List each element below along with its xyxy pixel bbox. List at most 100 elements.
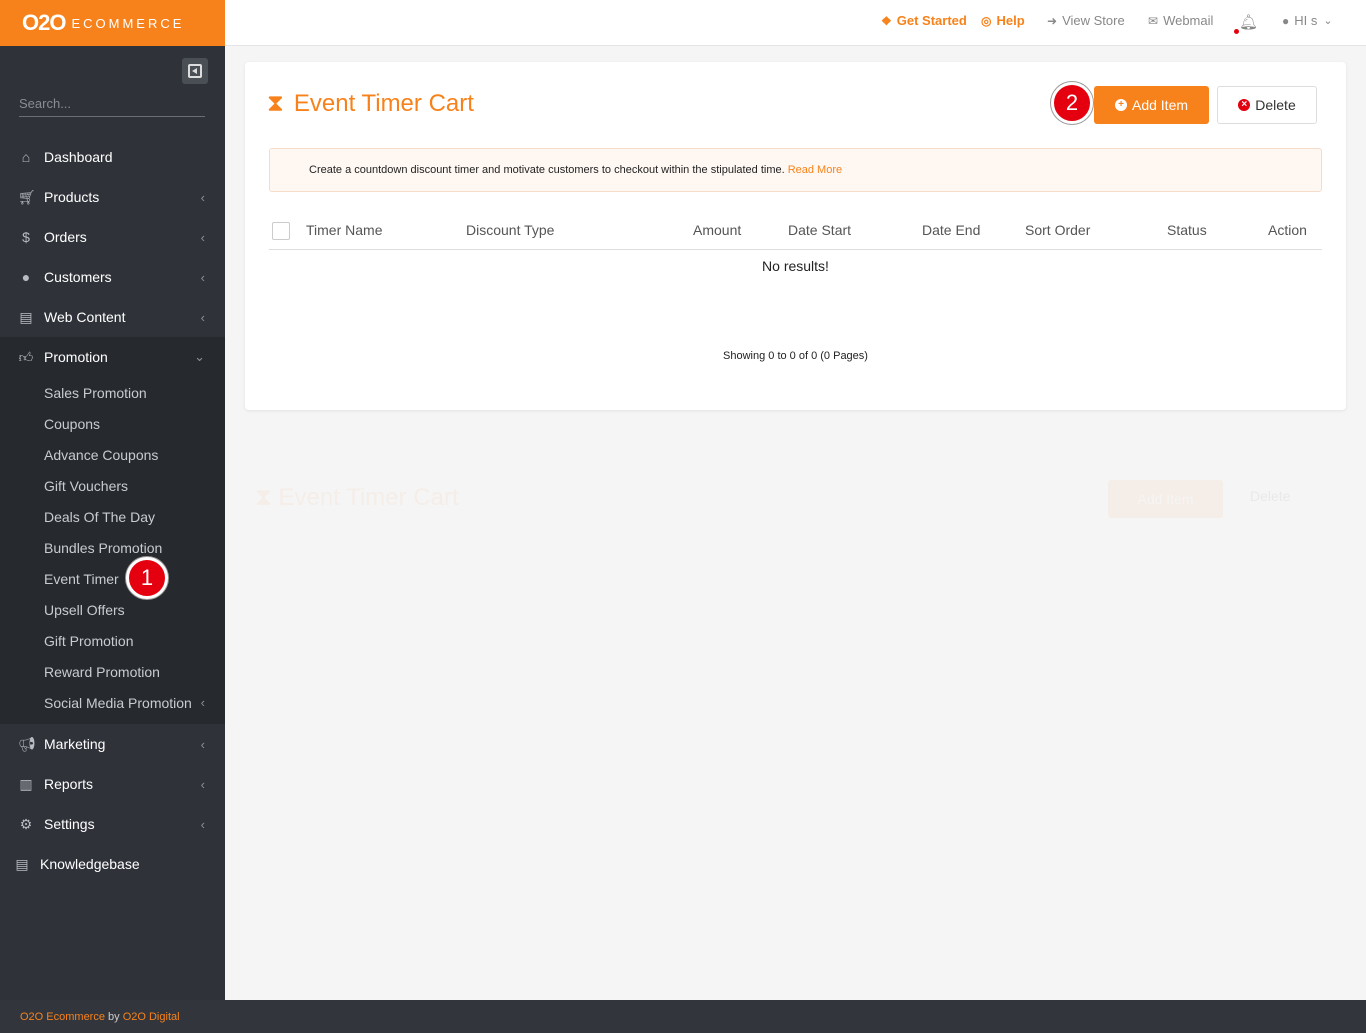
page-title: ⧗ Event Timer Cart bbox=[267, 90, 474, 118]
chevron-left-icon: ‹ bbox=[200, 776, 205, 792]
help-link[interactable]: ◎ Help bbox=[981, 13, 1025, 28]
brand-logo[interactable]: O2O ECOMMERCE bbox=[0, 0, 225, 46]
select-all-checkbox[interactable] bbox=[272, 222, 290, 240]
sidebar-item-web-content[interactable]: ▤ Web Content ‹ bbox=[0, 297, 225, 337]
read-more-link[interactable]: Read More bbox=[788, 164, 842, 176]
user-menu[interactable]: ● HI s ⌄ bbox=[1282, 13, 1333, 28]
submenu-item-upsell-offers[interactable]: Upsell Offers bbox=[0, 594, 225, 625]
sidebar-item-products[interactable]: 🛒︎ Products ‹ bbox=[0, 177, 225, 217]
collapse-sidebar-button[interactable] bbox=[182, 58, 208, 84]
get-started-link[interactable]: ❖ Get Started bbox=[881, 13, 967, 28]
footer: O2O Ecommerce by O2O Digital bbox=[0, 1000, 1366, 1033]
sidebar: O2O ECOMMERCE ⌂ Dashboard 🛒︎ Products ‹ … bbox=[0, 0, 225, 1000]
topbar: ❖ Get Started ◎ Help ➜ View Store ✉ Webm… bbox=[225, 0, 1366, 46]
chevron-down-icon: ⌄ bbox=[1323, 15, 1333, 27]
sidebar-item-reports[interactable]: ▥ Reports ‹ bbox=[0, 764, 225, 804]
chevron-left-icon: ‹ bbox=[200, 816, 205, 832]
chevron-left-icon: ‹ bbox=[200, 189, 205, 205]
gears-icon: ⚙ bbox=[19, 815, 33, 832]
submenu-item-label: Social Media Promotion bbox=[44, 694, 192, 711]
add-item-button[interactable]: + Add Item bbox=[1094, 86, 1209, 124]
user-label: HI s bbox=[1294, 13, 1318, 28]
sidebar-item-label: Customers bbox=[44, 269, 112, 285]
envelope-icon: ✉ bbox=[1148, 13, 1159, 28]
delete-label: Delete bbox=[1255, 97, 1296, 113]
user-icon: ● bbox=[1282, 13, 1290, 28]
column-date-start[interactable]: Date Start bbox=[788, 222, 851, 238]
column-status[interactable]: Status bbox=[1167, 222, 1207, 238]
submenu-item-social-media-promotion[interactable]: Social Media Promotion ‹ bbox=[0, 687, 225, 718]
pagination-summary: Showing 0 to 0 of 0 (0 Pages) bbox=[723, 350, 868, 362]
help-label: Help bbox=[996, 13, 1025, 28]
life-ring-icon: ◎ bbox=[981, 13, 992, 28]
column-timer-name[interactable]: Timer Name bbox=[306, 222, 383, 238]
bar-chart-icon: ▥ bbox=[19, 775, 33, 792]
bell-icon: 🔔︎ bbox=[1239, 14, 1259, 31]
no-results-text: No results! bbox=[762, 258, 829, 274]
submenu-item-sales-promotion[interactable]: Sales Promotion bbox=[0, 377, 225, 408]
webmail-label: Webmail bbox=[1163, 13, 1214, 28]
notice-text: Create a countdown discount timer and mo… bbox=[309, 164, 785, 176]
sidebar-item-orders[interactable]: $ Orders ‹ bbox=[0, 217, 225, 257]
column-amount[interactable]: Amount bbox=[693, 222, 741, 238]
plus-circle-icon: + bbox=[1114, 99, 1127, 111]
footer-brand-link[interactable]: O2O Ecommerce bbox=[20, 1011, 105, 1023]
submenu-item-gift-vouchers[interactable]: Gift Vouchers bbox=[0, 470, 225, 501]
submenu-item-event-timer[interactable]: Event Timer bbox=[0, 563, 225, 594]
webmail-link[interactable]: ✉ Webmail bbox=[1148, 13, 1213, 28]
event-timer-card: ⧗ Event Timer Cart + Add Item × Delete C… bbox=[245, 62, 1346, 410]
column-action: Action bbox=[1268, 222, 1307, 238]
column-sort-order[interactable]: Sort Order bbox=[1025, 222, 1090, 238]
book-icon: ▤ bbox=[19, 308, 33, 325]
sidebar-item-label: Promotion bbox=[44, 349, 108, 365]
column-discount-type[interactable]: Discount Type bbox=[466, 222, 554, 238]
sign-in-icon: ➜ bbox=[1047, 13, 1058, 28]
submenu-item-advance-coupons[interactable]: Advance Coupons bbox=[0, 439, 225, 470]
chevron-left-icon: ‹ bbox=[200, 309, 205, 325]
submenu-item-deals-of-the-day[interactable]: Deals Of The Day bbox=[0, 501, 225, 532]
ghost-add-button: Add Item bbox=[1108, 480, 1223, 518]
dropbox-icon: ❖ bbox=[881, 13, 892, 28]
ghost-title-text: Event Timer Cart bbox=[278, 484, 459, 511]
column-date-end[interactable]: Date End bbox=[922, 222, 980, 238]
thumbs-up-icon: 👍︎ bbox=[18, 348, 34, 365]
times-circle-icon: × bbox=[1238, 99, 1251, 111]
sidebar-item-label: Knowledgebase bbox=[40, 856, 140, 872]
get-started-label: Get Started bbox=[896, 13, 967, 28]
submenu-item-bundles-promotion[interactable]: Bundles Promotion bbox=[0, 532, 225, 563]
sidebar-item-settings[interactable]: ⚙ Settings ‹ bbox=[0, 804, 225, 844]
sidebar-search-input[interactable] bbox=[19, 94, 205, 117]
delete-button[interactable]: × Delete bbox=[1217, 86, 1317, 124]
submenu-item-coupons[interactable]: Coupons bbox=[0, 408, 225, 439]
submenu-item-gift-promotion[interactable]: Gift Promotion bbox=[0, 625, 225, 656]
collapse-icon bbox=[188, 64, 202, 78]
add-item-label: Add Item bbox=[1131, 97, 1189, 113]
sidebar-item-marketing[interactable]: 📢︎ Marketing ‹ bbox=[0, 724, 225, 764]
annotation-badge-1: 1 bbox=[126, 557, 168, 599]
sidebar-item-knowledgebase[interactable]: ▤ Knowledgebase bbox=[0, 844, 225, 884]
footer-company-link[interactable]: O2O Digital bbox=[123, 1011, 180, 1023]
submenu-item-reward-promotion[interactable]: Reward Promotion bbox=[0, 656, 225, 687]
dollar-icon: $ bbox=[22, 229, 30, 245]
notifications-button[interactable]: 🔔︎ bbox=[1239, 13, 1258, 31]
sidebar-item-customers[interactable]: ● Customers ‹ bbox=[0, 257, 225, 297]
logo-main: O2O bbox=[22, 10, 66, 35]
sidebar-item-dashboard[interactable]: ⌂ Dashboard bbox=[0, 137, 225, 177]
megaphone-icon: 📢︎ bbox=[18, 735, 36, 752]
chevron-left-icon: ‹ bbox=[200, 736, 205, 752]
view-store-link[interactable]: ➜ View Store bbox=[1047, 13, 1125, 28]
chevron-left-icon: ‹ bbox=[200, 269, 205, 285]
promotion-submenu: Sales Promotion Coupons Advance Coupons … bbox=[0, 377, 225, 724]
user-icon: ● bbox=[21, 269, 31, 285]
sidebar-item-promotion[interactable]: 👍︎ Promotion ⌄ bbox=[0, 337, 225, 377]
ghost-delete-button: Delete bbox=[1250, 488, 1291, 504]
hourglass-icon: ⧗ bbox=[267, 90, 284, 117]
info-notice: Create a countdown discount timer and mo… bbox=[269, 148, 1322, 192]
chevron-left-icon: ‹ bbox=[200, 229, 205, 245]
sidebar-item-label: Web Content bbox=[44, 309, 126, 325]
chevron-left-icon: ‹ bbox=[200, 695, 205, 710]
footer-by: by bbox=[104, 1010, 123, 1023]
annotation-badge-2: 2 bbox=[1051, 82, 1093, 124]
book-icon: ▤ bbox=[15, 855, 29, 872]
page-title-text: Event Timer Cart bbox=[293, 90, 474, 117]
